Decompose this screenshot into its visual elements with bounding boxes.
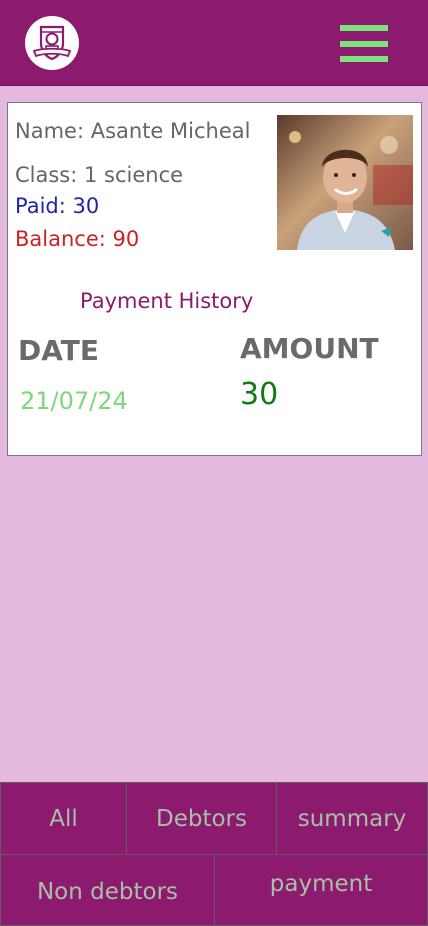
tab-non-debtors[interactable]: Non debtors <box>0 854 215 926</box>
date-column-header: DATE <box>18 334 99 367</box>
menu-line <box>340 41 388 47</box>
student-paid: Paid: 30 <box>15 194 100 218</box>
student-balance: Balance: 90 <box>15 227 140 251</box>
tab-payment[interactable]: payment <box>214 854 428 926</box>
school-crest-icon[interactable] <box>25 16 79 70</box>
payment-history-title: Payment History <box>80 289 254 313</box>
menu-line <box>340 25 388 31</box>
hamburger-menu-icon[interactable] <box>340 25 388 63</box>
tab-debtors[interactable]: Debtors <box>126 782 277 855</box>
top-bar <box>0 0 428 86</box>
tab-summary[interactable]: summary <box>276 782 428 855</box>
menu-line <box>340 56 388 62</box>
student-class: Class: 1 science <box>15 163 184 187</box>
bottom-nav: All Debtors summary Non debtors payment <box>0 782 428 926</box>
student-card: Name: Asante Micheal Class: 1 science Pa… <box>7 102 422 456</box>
payment-amount: 30 <box>240 377 279 412</box>
student-photo <box>277 115 413 250</box>
tab-all[interactable]: All <box>0 782 127 855</box>
payment-date: 21/07/24 <box>20 387 128 415</box>
student-name: Name: Asante Micheal <box>15 119 251 143</box>
amount-column-header: AMOUNT <box>240 332 379 365</box>
